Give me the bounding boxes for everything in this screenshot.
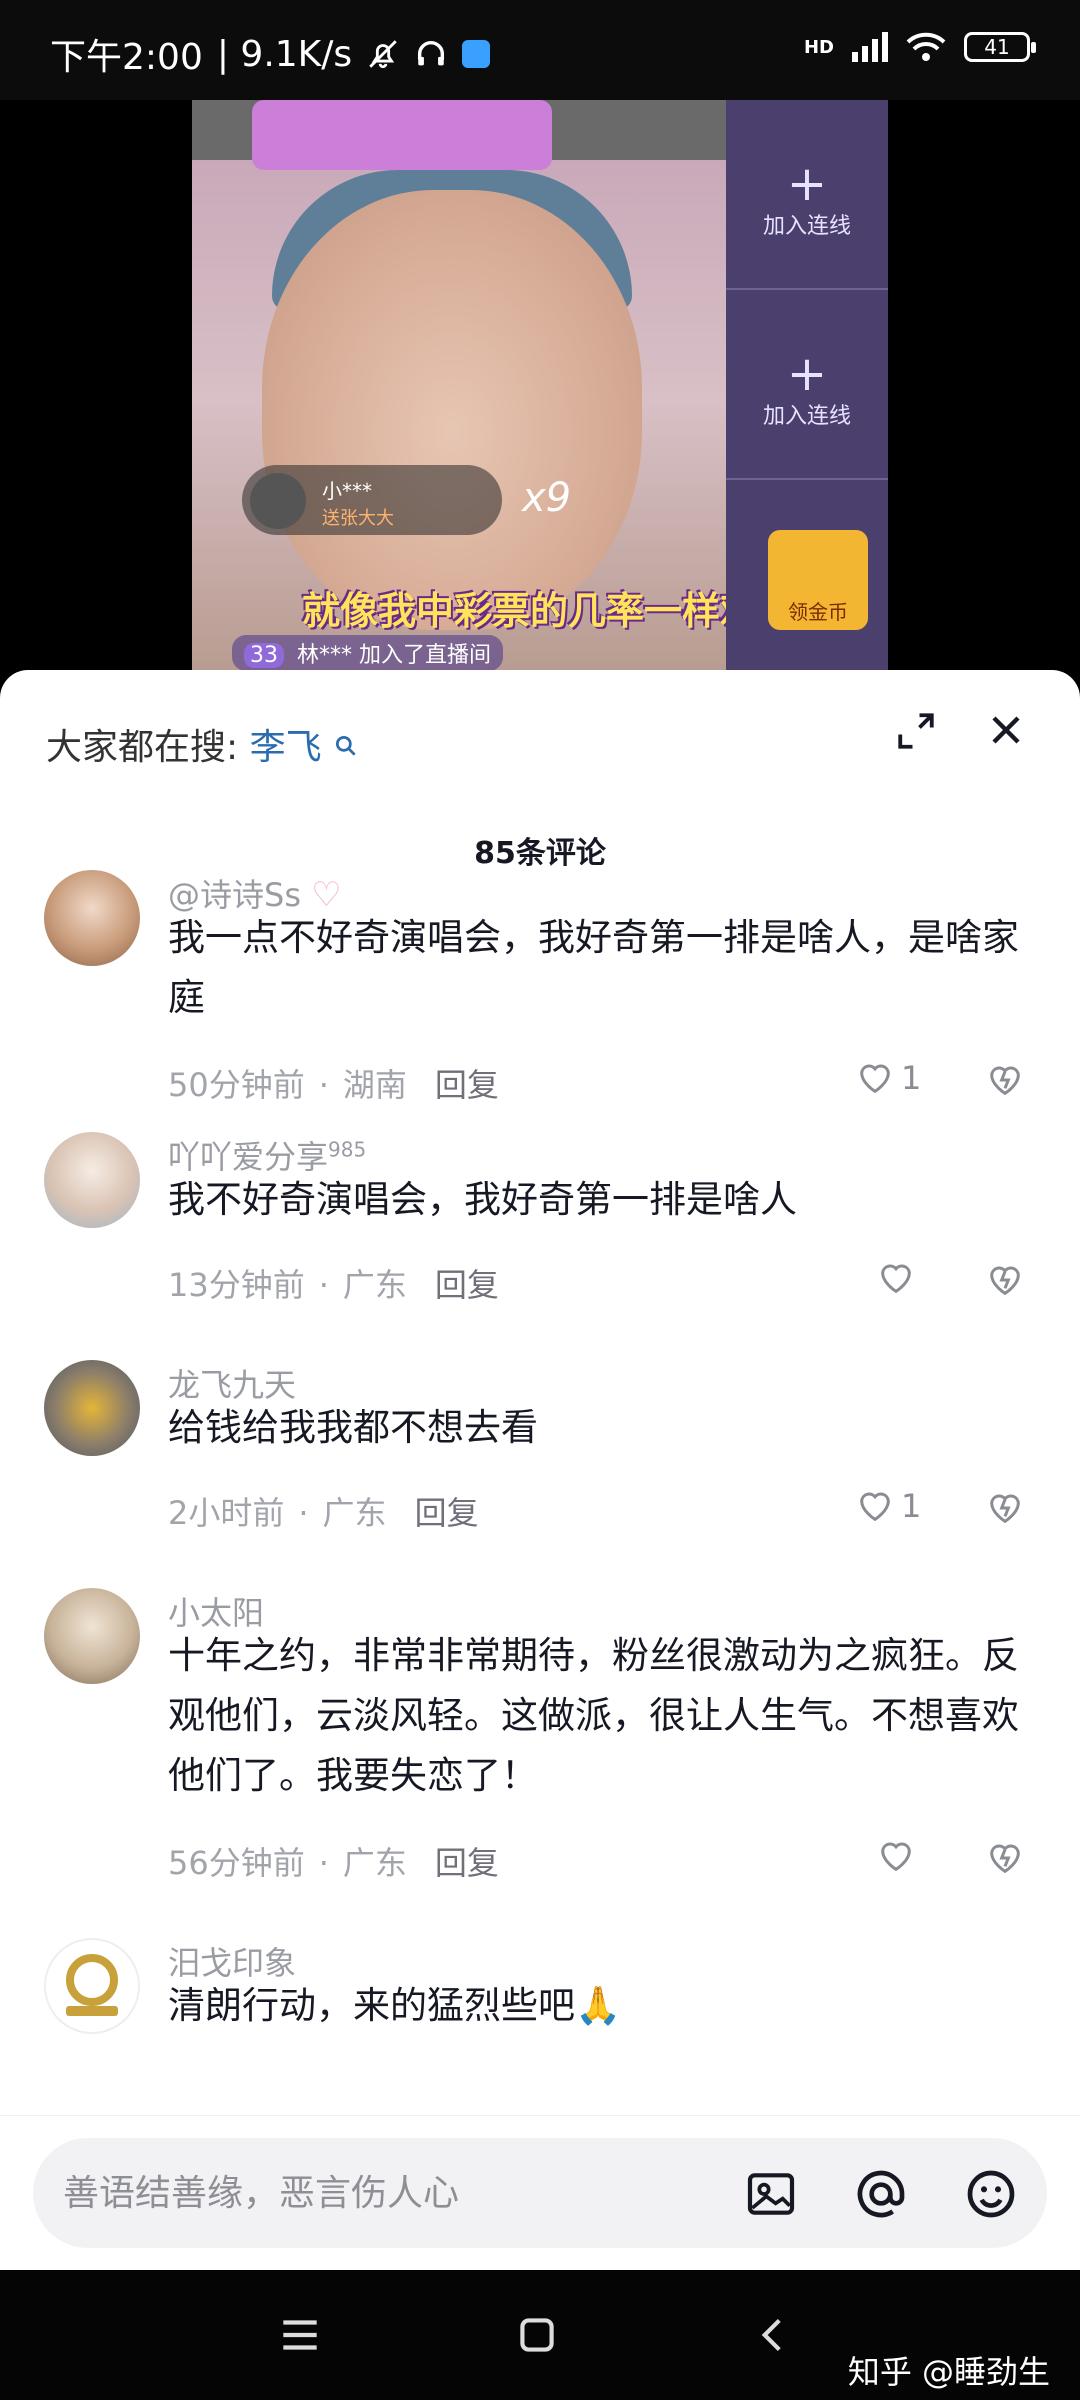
reply-button[interactable]: 回复 xyxy=(435,1066,499,1104)
heart-icon xyxy=(881,1264,911,1294)
heart-icon xyxy=(881,1842,911,1872)
comment-time: 13分钟前 xyxy=(168,1266,305,1304)
streamer-face xyxy=(262,190,642,630)
comment-time: 56分钟前 xyxy=(168,1844,305,1882)
avatar[interactable] xyxy=(44,1132,140,1228)
home-icon[interactable] xyxy=(512,2310,562,2360)
comment-sheet: 大家都在搜: 李飞 85条评论 @诗诗Ss ♡ 我一点不好奇演唱会，我好奇第一排… xyxy=(0,670,1080,2270)
comment-text[interactable]: 我一点不好奇演唱会，我好奇第一排是啥人，是啥家庭 xyxy=(168,908,1028,1028)
comment-meta: 56分钟前 · 广东 回复 xyxy=(168,1844,499,1882)
comment-input[interactable] xyxy=(63,2160,703,2226)
dislike-icon[interactable] xyxy=(985,1838,1025,1878)
wifi-icon xyxy=(906,32,946,61)
like-count: 1 xyxy=(901,1059,922,1097)
comment-text[interactable]: 我不好奇演唱会，我好奇第一排是啥人 xyxy=(168,1170,1028,1230)
like-count: 1 xyxy=(901,1487,922,1525)
avatar[interactable] xyxy=(44,870,140,966)
gift-notification: 小*** 送张大大 xyxy=(242,465,502,535)
avatar[interactable] xyxy=(44,1588,140,1684)
avatar[interactable] xyxy=(44,1360,140,1456)
join-co-host-label: 加入连线 xyxy=(762,214,851,239)
dislike-icon[interactable] xyxy=(985,1260,1025,1300)
menu-icon[interactable] xyxy=(275,2310,325,2360)
comment-meta: 2小时前 · 广东 回复 xyxy=(168,1494,479,1532)
reply-button[interactable]: 回复 xyxy=(415,1494,479,1532)
plus-icon: + xyxy=(786,346,828,402)
plus-icon: + xyxy=(786,156,828,212)
emoji-icon[interactable] xyxy=(963,2166,1019,2222)
headset-icon xyxy=(418,41,445,66)
mention-icon[interactable] xyxy=(853,2166,909,2222)
join-notice: 33 林*** 加入了直播间 xyxy=(232,635,503,671)
join-co-host-slot[interactable]: + 加入连线 xyxy=(726,100,888,290)
trending-search-prefix: 大家都在搜: xyxy=(46,727,239,768)
like-button[interactable] xyxy=(876,1836,922,1876)
comment-count: 85条评论 xyxy=(474,836,606,871)
comment-list[interactable]: @诗诗Ss ♡ 我一点不好奇演唱会，我好奇第一排是啥人，是啥家庭 50分钟前 · 湖… xyxy=(0,870,1080,2270)
gift-multiplier: x9 xyxy=(522,475,572,521)
reply-button[interactable]: 回复 xyxy=(435,1844,499,1882)
fan-club-banner xyxy=(252,100,552,170)
comment-time: 50分钟前 xyxy=(168,1066,305,1104)
gift-sender-avatar xyxy=(250,473,306,529)
status-time: 下午2:00 xyxy=(50,37,203,78)
comment-location: 广东 xyxy=(342,1266,407,1304)
signal-icon xyxy=(852,32,888,62)
status-right: HD 41 xyxy=(803,32,1036,62)
trending-search-term[interactable]: 李飞 xyxy=(250,727,322,768)
live-video[interactable]: 小*** 送张大大 x9 就像我中彩票的几率一样难 33 林*** 加入了直播间… xyxy=(192,100,888,680)
status-left: 下午2:00 | 9.1K/s xyxy=(50,28,491,80)
gift-description: 送张大大 xyxy=(322,508,394,529)
comment-location: 广东 xyxy=(322,1494,387,1532)
comment-username-sup: 985 xyxy=(328,1137,367,1162)
join-level-badge: 33 xyxy=(244,643,284,668)
search-icon xyxy=(336,735,356,756)
trending-search[interactable]: 大家都在搜: 李飞 xyxy=(46,718,359,770)
gift-sender-name: 小*** xyxy=(322,479,372,503)
dislike-icon[interactable] xyxy=(985,1060,1025,1100)
join-co-host-label: 加入连线 xyxy=(762,404,851,429)
status-bar: 下午2:00 | 9.1K/s HD 41 xyxy=(0,0,1080,100)
join-text: 林*** 加入了直播间 xyxy=(297,643,491,668)
coin-reward-button[interactable]: 领金币 xyxy=(768,530,868,630)
network-type: HD xyxy=(803,36,834,58)
like-button[interactable] xyxy=(876,1258,922,1298)
video-subtitle: 就像我中彩票的几率一样难 xyxy=(302,589,759,633)
network-speed: | 9.1K/s xyxy=(216,33,353,75)
comment-meta: 13分钟前 · 广东 回复 xyxy=(168,1266,499,1304)
join-co-host-slot[interactable]: + 加入连线 xyxy=(726,290,888,480)
comment-input-bar xyxy=(0,2115,1080,2270)
live-video-area[interactable]: 小*** 送张大大 x9 就像我中彩票的几率一样难 33 林*** 加入了直播间… xyxy=(0,100,1080,680)
image-icon[interactable] xyxy=(743,2166,799,2222)
heart-icon xyxy=(860,1064,890,1094)
like-button[interactable]: 1 xyxy=(855,1486,921,1526)
battery-indicator: 41 xyxy=(964,32,1036,62)
dislike-icon[interactable] xyxy=(985,1488,1025,1528)
comment-time: 2小时前 xyxy=(168,1494,285,1532)
comment-input-pill[interactable] xyxy=(33,2138,1047,2248)
comment-text[interactable]: 给钱给我我都不想去看 xyxy=(168,1398,1028,1458)
watermark: 知乎 @睡劲生 xyxy=(847,2353,1050,2391)
comment-meta: 50分钟前 · 湖南 回复 xyxy=(168,1066,499,1104)
comment-location: 湖南 xyxy=(342,1066,407,1104)
back-icon[interactable] xyxy=(748,2310,798,2360)
close-icon[interactable] xyxy=(982,706,1030,754)
brand-logo-icon xyxy=(66,1954,118,2016)
comment-location: 广东 xyxy=(342,1844,407,1882)
mute-bell-icon xyxy=(369,40,397,69)
comment-text[interactable]: 十年之约，非常非常期待，粉丝很激动为之疯狂。反观他们，云淡风轻。这做派，很让人生… xyxy=(168,1626,1028,1806)
heart-icon xyxy=(860,1492,890,1522)
expand-icon[interactable] xyxy=(895,710,937,752)
avatar[interactable] xyxy=(44,1938,140,2034)
like-button[interactable]: 1 xyxy=(855,1058,921,1098)
reply-button[interactable]: 回复 xyxy=(435,1266,499,1304)
comment-text[interactable]: 清朗行动，来的猛烈些吧🙏 xyxy=(168,1976,1028,2036)
app-notification-icon xyxy=(462,40,491,68)
